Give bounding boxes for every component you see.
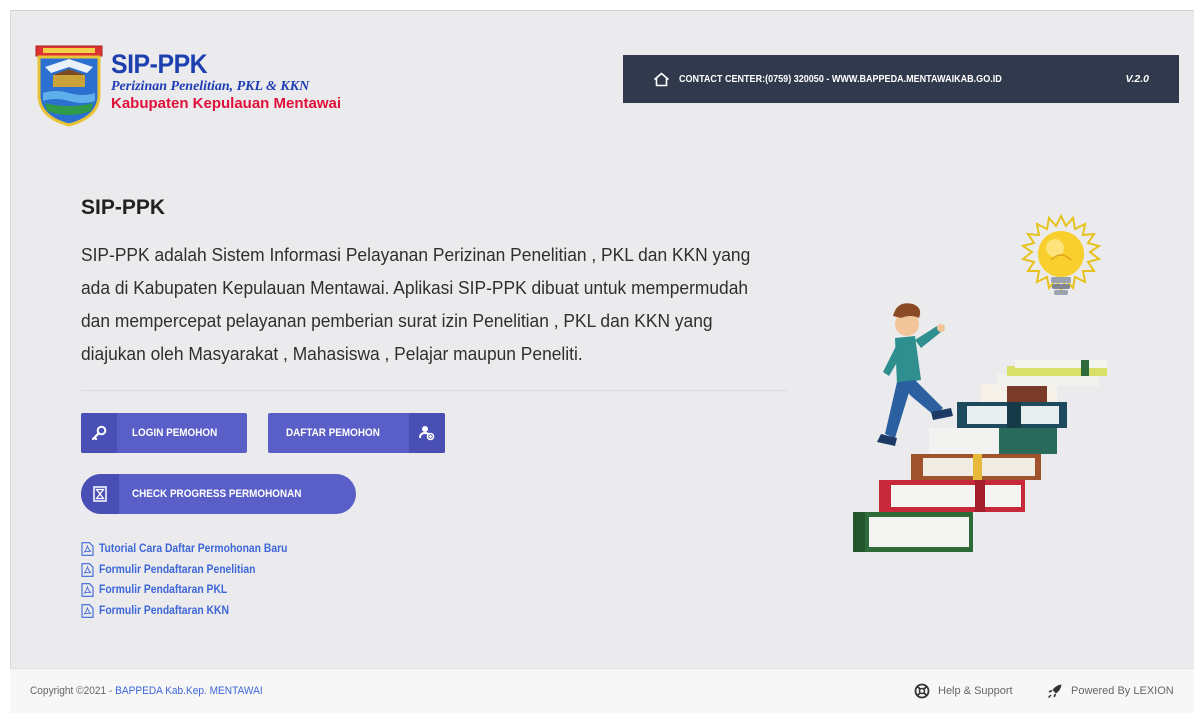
daftar-pemohon-button[interactable]: DAFTAR PEMOHON [268,413,445,453]
check-progress-label: CHECK PROGRESS PERMOHONAN [132,488,302,500]
daftar-pemohon-label: DAFTAR PEMOHON [286,427,380,439]
page-description: SIP-PPK adalah Sistem Informasi Pelayana… [81,244,751,364]
link-formulir-penelitian[interactable]: Formulir Pendaftaran Penelitian [81,560,308,581]
link-label: Formulir Pendaftaran PKL [99,584,228,597]
brand-block: SIP-PPK Perizinan Penelitian, PKL & KKN … [111,49,341,113]
footer: Copyright ©2021 - BAPPEDA Kab.Kep. MENTA… [10,668,1194,713]
page-frame: SIP-PPK Perizinan Penelitian, PKL & KKN … [10,10,1194,713]
check-progress-button[interactable]: CHECK PROGRESS PERMOHONAN [81,474,356,514]
help-support-link[interactable]: Help & Support [914,683,1013,699]
link-label: Formulir Pendaftaran KKN [99,604,229,617]
powered-by: Powered By LEXION [1047,683,1174,699]
link-label: Tutorial Cara Daftar Permohonan Baru [99,543,288,556]
brand-title: SIP-PPK [111,49,208,79]
page-title: SIP-PPK [81,196,166,219]
link-formulir-kkn[interactable]: Formulir Pendaftaran KKN [81,601,308,622]
link-tutorial-daftar[interactable]: Tutorial Cara Daftar Permohonan Baru [81,539,308,560]
brand-region: Kabupaten Kepulauan Mentawai [111,95,342,112]
pdf-icon [81,542,94,557]
home-icon[interactable] [653,70,671,88]
regency-emblem-icon [35,45,103,127]
login-pemohon-label: LOGIN PEMOHON [132,427,218,439]
link-formulir-pkl[interactable]: Formulir Pendaftaran PKL [81,580,308,601]
lifebuoy-icon [914,683,930,699]
link-label: Formulir Pendaftaran Penelitian [99,563,256,576]
rocket-icon [1047,683,1063,699]
light-bulb-icon [1020,213,1102,295]
pdf-icon [81,583,94,598]
copyright-org-link[interactable]: BAPPEDA Kab.Kep. MENTAWAI [115,685,263,697]
book-stairs-illustration [853,213,1107,552]
hourglass-icon [81,474,119,514]
contact-text: CONTACT CENTER:(0759) 320050 - WWW.BAPPE… [679,73,1002,85]
powered-by-label: Powered By LEXION [1071,685,1174,697]
login-pemohon-button[interactable]: LOGIN PEMOHON [81,413,247,453]
copyright-text: Copyright ©2021 - BAPPEDA Kab.Kep. MENTA… [30,685,263,697]
copyright-prefix: Copyright ©2021 - [30,685,116,697]
pdf-icon [81,603,94,618]
document-links: Tutorial Cara Daftar Permohonan Baru For… [81,539,308,621]
version-label: V.2.0 [1125,73,1149,85]
key-icon [81,413,117,453]
user-add-icon [409,413,445,453]
brand-subtitle: Perizinan Penelitian, PKL & KKN [111,79,310,94]
help-support-label: Help & Support [938,685,1013,697]
contact-bar: CONTACT CENTER:(0759) 320050 - WWW.BAPPE… [623,55,1179,103]
divider [81,390,787,391]
pdf-icon [81,562,94,577]
